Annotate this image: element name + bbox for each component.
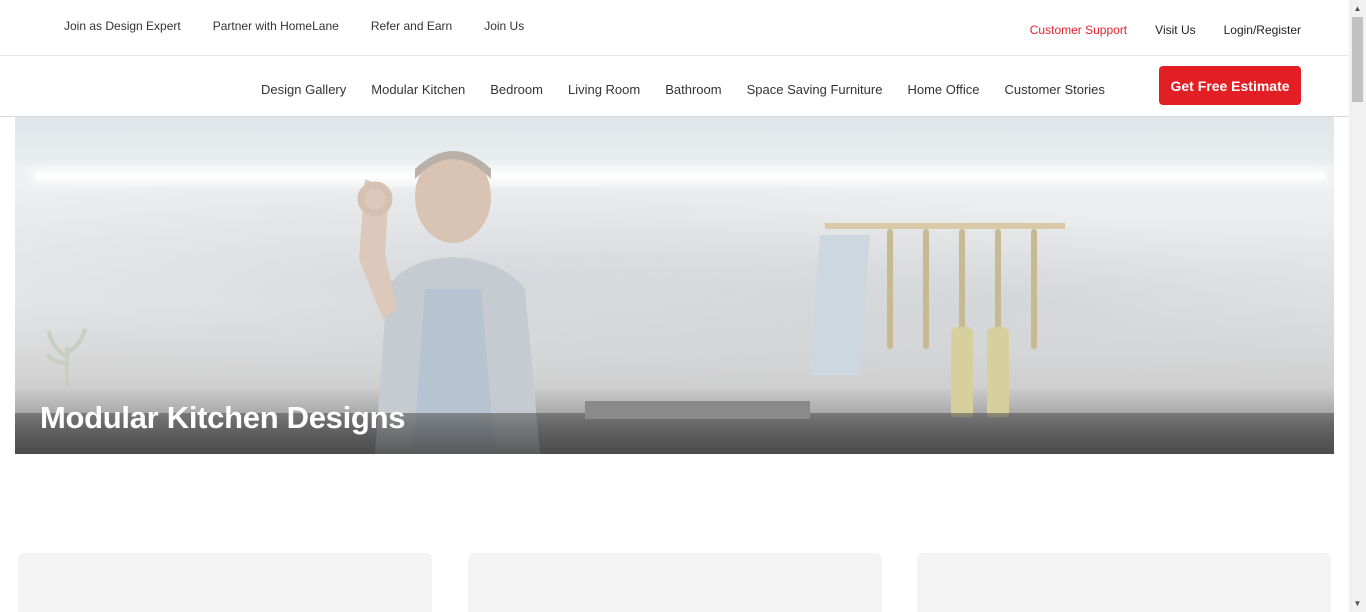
nav-links: Design Gallery Modular Kitchen Bedroom L… [261, 82, 1105, 97]
design-card[interactable] [468, 553, 882, 612]
hero-backsplash [15, 187, 1334, 417]
nav-space-saving-furniture[interactable]: Space Saving Furniture [747, 82, 883, 97]
nav-customer-stories[interactable]: Customer Stories [1004, 82, 1104, 97]
hero-stove [585, 401, 810, 419]
partner-with-homelane-link[interactable]: Partner with HomeLane [213, 19, 339, 33]
hero-towel [810, 235, 870, 375]
hero-utensil [887, 229, 893, 349]
hero-oil-bottle [987, 327, 1009, 417]
hero-oil-bottle [951, 327, 973, 417]
hero-utensil [923, 229, 929, 349]
login-register-link[interactable]: Login/Register [1224, 23, 1301, 37]
nav-bedroom[interactable]: Bedroom [490, 82, 543, 97]
nav-design-gallery[interactable]: Design Gallery [261, 82, 346, 97]
design-card[interactable] [18, 553, 432, 612]
nav-home-office[interactable]: Home Office [907, 82, 979, 97]
hero-utensil [1031, 229, 1037, 349]
design-card[interactable] [917, 553, 1331, 612]
scrollbar-thumb[interactable] [1352, 17, 1363, 102]
nav-modular-kitchen[interactable]: Modular Kitchen [371, 82, 465, 97]
top-bar: Join as Design Expert Partner with HomeL… [0, 0, 1349, 56]
page-scrollbar[interactable]: ▲ ▼ [1349, 0, 1366, 612]
caret-down-icon[interactable]: ▼ [1349, 595, 1366, 612]
hero-utensil-rail [825, 223, 1065, 229]
page: Join as Design Expert Partner with HomeL… [0, 0, 1349, 612]
hero-shelf [15, 117, 1334, 165]
join-us-link[interactable]: Join Us [484, 19, 524, 33]
nav-living-room[interactable]: Living Room [568, 82, 640, 97]
main-nav: Design Gallery Modular Kitchen Bedroom L… [0, 56, 1349, 117]
refer-and-earn-link[interactable]: Refer and Earn [371, 19, 452, 33]
visit-us-link[interactable]: Visit Us [1155, 23, 1195, 37]
hero-plant-image [45, 328, 87, 387]
caret-up-icon[interactable]: ▲ [1349, 0, 1366, 17]
top-right-links: Customer Support Visit Us Login/Register [1030, 23, 1301, 37]
join-as-design-expert-link[interactable]: Join as Design Expert [64, 19, 181, 33]
nav-bathroom[interactable]: Bathroom [665, 82, 721, 97]
hero-light-strip [35, 173, 1325, 179]
hero-banner: Modular Kitchen Designs [15, 117, 1334, 454]
top-links: Join as Design Expert Partner with HomeL… [64, 19, 524, 33]
customer-support-link[interactable]: Customer Support [1030, 23, 1127, 37]
get-free-estimate-button[interactable]: Get Free Estimate [1159, 66, 1301, 105]
hero-title: Modular Kitchen Designs [40, 400, 406, 435]
